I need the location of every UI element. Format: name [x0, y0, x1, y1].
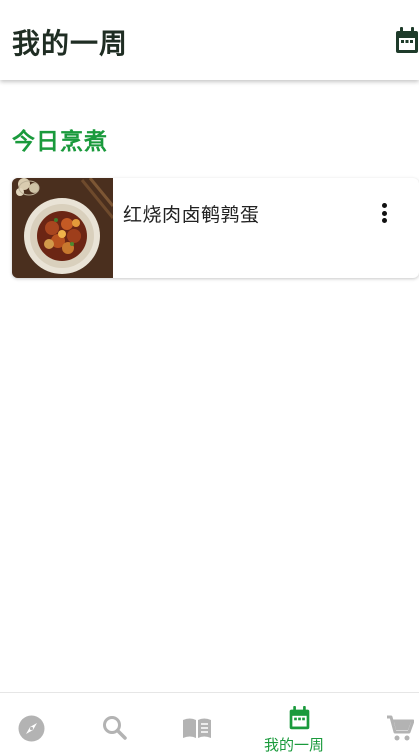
- menu-dot: [381, 218, 387, 223]
- nav-item-discover[interactable]: [0, 693, 63, 756]
- page-title: 我的一周: [12, 27, 129, 60]
- recipe-title: 红烧肉卤鹌鹑蛋: [123, 204, 260, 226]
- recipe-photo: [12, 178, 113, 278]
- menu-dot: [381, 210, 387, 216]
- bottom-navigation: 我的一周: [0, 692, 419, 756]
- search-icon: [103, 716, 127, 740]
- book-icon: [183, 718, 211, 738]
- nav-label-my-week: 我的一周: [264, 736, 325, 754]
- nav-item-search[interactable]: [84, 693, 147, 756]
- nav-item-recipes[interactable]: [168, 693, 231, 756]
- nav-item-shopping[interactable]: [370, 693, 419, 756]
- calendar-icon[interactable]: [394, 27, 419, 55]
- top-app-bar: 我的一周: [0, 0, 419, 80]
- recipe-card[interactable]: 红烧肉卤鹌鹑蛋: [12, 178, 419, 278]
- cart-icon: [387, 715, 414, 741]
- calendar-icon: [289, 706, 310, 730]
- nav-item-my-week[interactable]: 我的一周: [252, 693, 346, 756]
- menu-dot: [381, 203, 387, 208]
- compass-icon: [18, 715, 45, 742]
- section-title-today: 今日烹煮: [12, 129, 108, 155]
- app-root: 我的一周 今日烹煮 红烧肉卤鹌鹑蛋 我的一周: [0, 0, 419, 756]
- more-vertical-icon[interactable]: [374, 200, 394, 226]
